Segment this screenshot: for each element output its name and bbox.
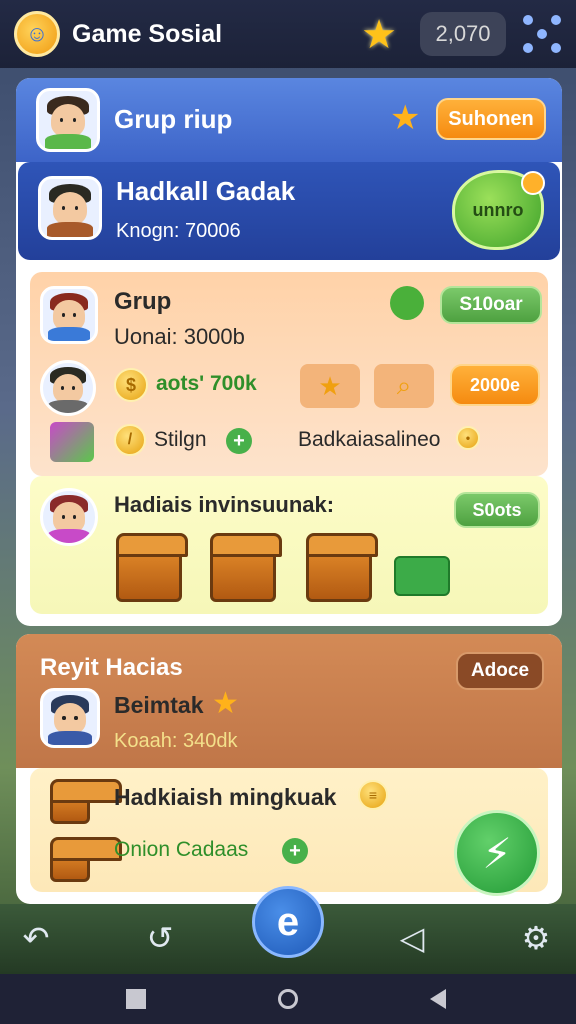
gem-icon — [390, 286, 424, 320]
avatar[interactable] — [36, 88, 100, 152]
amount-button[interactable]: 2000e — [450, 364, 540, 406]
app-title: Game Sosial — [72, 19, 223, 48]
list-item[interactable]: Onion Cadaas — [114, 838, 248, 862]
share-icon[interactable]: ◁ — [392, 918, 432, 958]
avatar[interactable] — [40, 360, 96, 416]
chest-icon — [50, 837, 122, 882]
chest-icon — [50, 779, 122, 824]
star-icon[interactable]: ★ — [356, 12, 402, 58]
reward-button[interactable]: S0ots — [454, 492, 540, 528]
coin-amount: aots' 700k — [156, 372, 257, 395]
summary-sub: Uonai: 3000b — [114, 324, 245, 349]
recent-title: Reyit Hacias — [40, 654, 183, 681]
star-icon: ★ — [390, 99, 421, 137]
coin-icon: • — [456, 426, 480, 450]
system-nav — [0, 974, 576, 1024]
member-score: Knogn: 70006 — [116, 220, 241, 242]
gear-icon[interactable]: ⚙ — [516, 918, 556, 958]
grid-menu-icon[interactable] — [522, 14, 562, 54]
summary-button[interactable]: S10oar — [440, 286, 542, 324]
undo-icon[interactable]: ↶ — [16, 918, 56, 958]
coin-icon: ≡ — [358, 780, 388, 810]
member-action-button[interactable]: unnro — [452, 170, 545, 250]
cash-icon[interactable] — [394, 556, 450, 596]
group-card: Grup riup ★ Suhonen Hadkall Gadak Knogn:… — [16, 78, 562, 626]
stign-label: Stilgn — [154, 428, 207, 451]
notification-dot — [521, 171, 545, 195]
redo-icon[interactable]: ↺ — [140, 918, 180, 958]
home-button[interactable] — [278, 989, 298, 1009]
member-name: Hadkall Gadak — [116, 176, 296, 206]
chest-icon[interactable] — [210, 533, 282, 602]
star-icon: ★ — [212, 687, 239, 720]
recent-card: Reyit Hacias Adoce Beimtak ★ Koaah: 340d… — [16, 634, 562, 904]
summary-title: Grup — [114, 288, 172, 315]
avatar[interactable] — [38, 176, 102, 240]
chest-icon[interactable] — [306, 533, 378, 602]
search-icon[interactable]: ⌕ — [374, 364, 434, 408]
chest-icon[interactable] — [116, 533, 188, 602]
game-logo-icon[interactable]: ☺ — [14, 11, 60, 57]
group-card-header: Grup riup ★ Suhonen — [16, 78, 562, 162]
back-button[interactable] — [430, 989, 446, 1009]
recent-header: Reyit Hacias Adoce Beimtak ★ Koaah: 340d… — [16, 634, 562, 768]
plus-icon[interactable]: + — [226, 428, 252, 454]
recent-apps-button[interactable] — [126, 989, 146, 1009]
coin-counter[interactable]: 2,070 — [420, 12, 506, 56]
edit-icon[interactable]: e — [252, 886, 324, 958]
coin-icon: $ — [114, 368, 148, 402]
avatar[interactable] — [40, 286, 98, 344]
coin-icon: / — [114, 424, 146, 456]
reward-section: Hadiais invinsuunak: S0ots — [30, 476, 548, 614]
member-action-label: unnro — [472, 199, 524, 220]
star-icon[interactable]: ★ — [300, 364, 360, 408]
avatar[interactable] — [40, 688, 100, 748]
plus-icon[interactable]: + — [282, 838, 308, 864]
recent-score: Koaah: 340dk — [114, 730, 238, 752]
member-row: Hadkall Gadak Knogn: 70006 unnro — [18, 162, 560, 260]
group-summary: Grup Uonai: 3000b S10oar $ aots' 700k ★ … — [30, 272, 548, 476]
list-item[interactable]: Hadkiaish mingkuak — [114, 784, 336, 811]
recent-name: Beimtak — [114, 692, 204, 718]
bolt-icon[interactable]: ⚡ — [454, 810, 540, 896]
group-title: Grup riup — [114, 104, 233, 134]
recent-button[interactable]: Adoce — [456, 652, 544, 690]
avatar[interactable] — [40, 488, 98, 546]
reward-title: Hadiais invinsuunak: — [114, 492, 335, 517]
group-join-button[interactable]: Suhonen — [436, 98, 546, 140]
gift-icon — [50, 422, 94, 462]
right-text: Badkaiasalineo — [298, 428, 441, 451]
